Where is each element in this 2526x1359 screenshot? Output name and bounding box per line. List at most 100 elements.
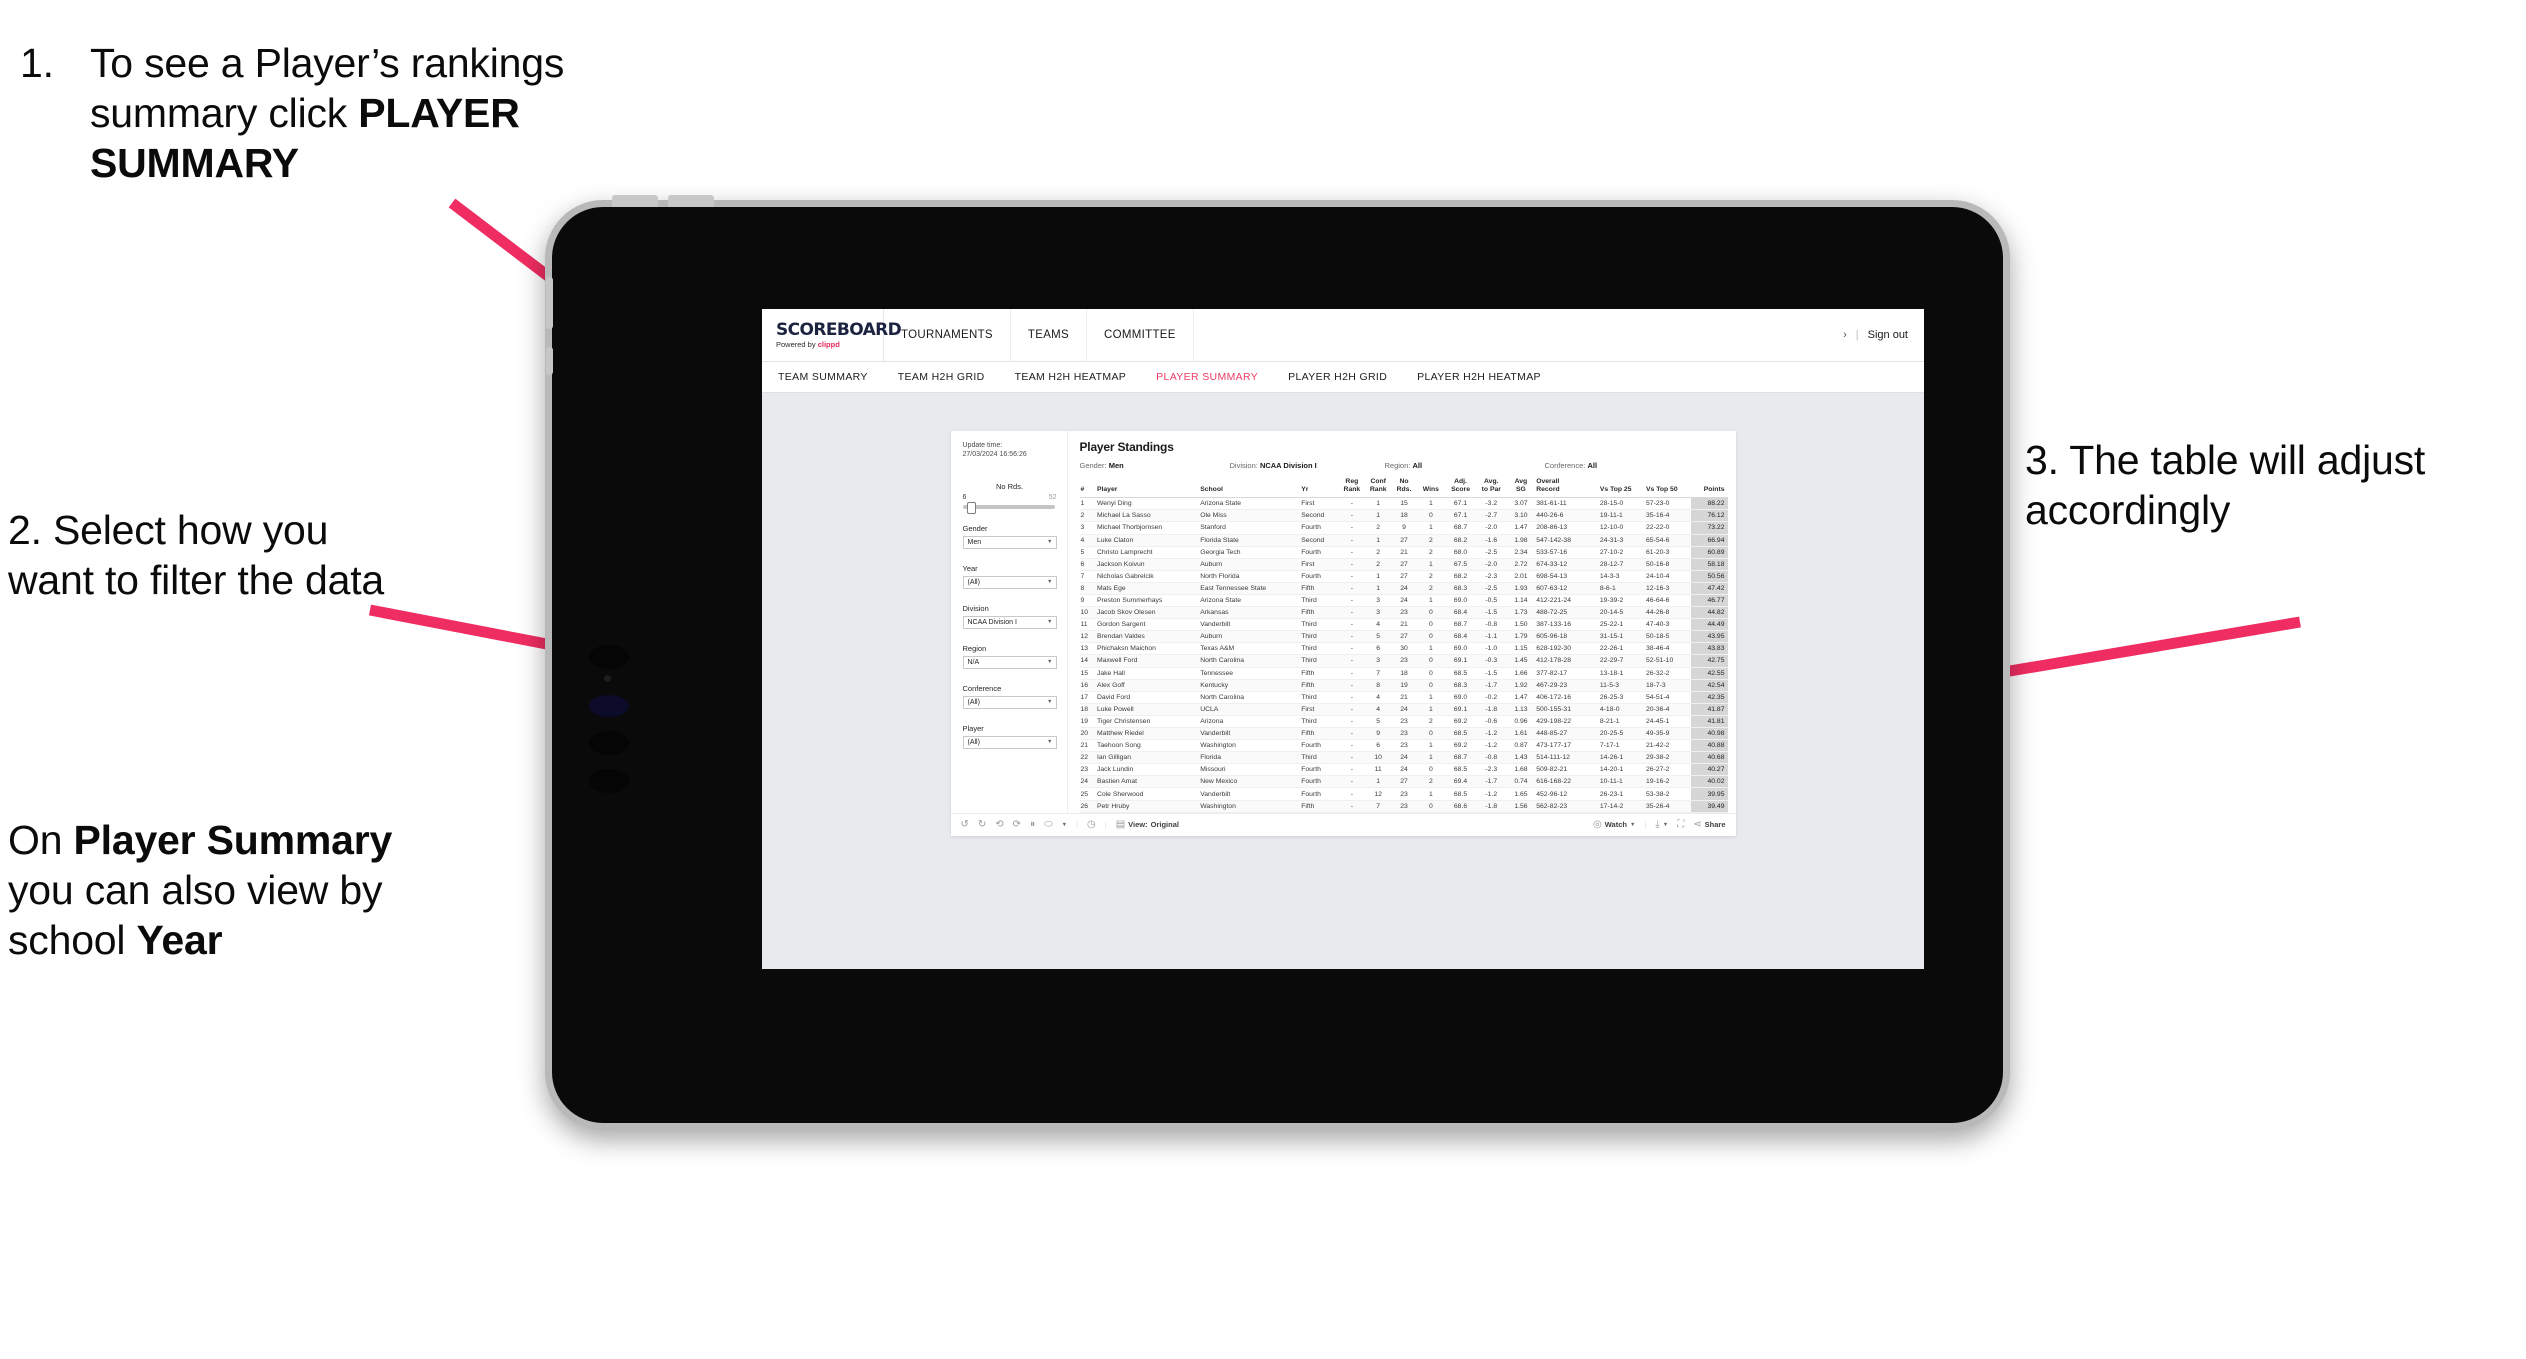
sign-out-link[interactable]: Sign out [1868,329,1908,341]
table-row[interactable]: 5 Christo Lamprecht Georgia Tech Fourth -2 21… [1079,546,1728,559]
table-row[interactable]: 14 Maxwell Ford North Carolina Third -3 23 0 69… [1079,654,1728,668]
cell-rank: 23 [1079,763,1096,777]
cell-pts: 50.56 [1691,570,1728,583]
table-row[interactable]: 6 Jackson Koivun Auburn First -2 27 1 67.5 -2.0 2… [1079,558,1728,571]
conference-select[interactable]: (All) ▼ [962,695,1057,709]
cell-t50: 50-18-5 [1645,630,1692,644]
col-header-par[interactable]: Avg. to Par [1475,478,1507,499]
table-row[interactable]: 2 Michael La Sasso Ole Miss Second -1 18 0 67.1… [1079,509,1728,523]
revert-icon[interactable]: ⟲ [995,819,1003,830]
table-row[interactable]: 13 Phichaksn Maichon Texas A&M Third -6 30 1 69… [1079,642,1728,656]
undo-icon[interactable]: ↺ [961,819,969,830]
gender-select[interactable]: Men ▼ [962,535,1057,549]
col-header-conf[interactable]: Conf Rank [1365,478,1392,499]
cell-pts: 42.75 [1691,654,1728,668]
fullscreen-icon[interactable]: ⛶ [1677,819,1684,830]
table-row[interactable]: 12 Brendan Valdes Auburn Third -5 27 0 68.4 -1.1… [1079,630,1728,644]
table-row[interactable]: 11 Gordon Sargent Vanderbilt Third -4 21 0 68.7… [1079,618,1728,632]
cell-yr: First [1300,558,1339,571]
table-body: 1 Wenyi Ding Arizona State First -1 15 1 67.1 -3… [1079,497,1728,813]
table-row[interactable]: 22 Ian Gilligan Florida Third -10 24 1 68.7 -0.8… [1079,751,1728,765]
cell-rank: 9 [1079,594,1096,608]
table-row[interactable]: 15 Jake Hall Tennessee Fifth -7 18 0 68.5 -1.5 1.… [1079,667,1728,680]
col-header-t25[interactable]: Vs Top 25 [1598,478,1646,499]
cell-conf: 12 [1365,787,1392,801]
refresh-icon[interactable]: ⟳ [1013,819,1021,830]
table-row[interactable]: 16 Alex Goff Kentucky Fifth -8 19 0 68.3 -1.7 1.9… [1079,679,1728,692]
col-header-school[interactable]: School [1199,478,1301,499]
cell-conf: 1 [1365,497,1392,511]
table-row[interactable]: 23 Jack Lundin Missouri Fourth -11 24 0 68.5 -2.… [1079,763,1728,777]
cell-rank: 7 [1079,570,1096,583]
col-header-reg[interactable]: Reg Rank [1338,478,1366,499]
cell-t50: 19-16-2 [1645,775,1692,789]
col-header-player[interactable]: Player [1095,478,1200,499]
tab-player-summary[interactable]: PLAYER SUMMARY [1156,371,1258,383]
table-row[interactable]: 26 Petr Hruby Washington Fifth -7 23 0 68.6 -1.8… [1079,800,1728,813]
division-select[interactable]: NCAA Division I ▼ [962,615,1057,629]
table-row[interactable]: 4 Luke Claton Florida State Second -1 27 2 68.2… [1079,534,1728,547]
no-rds-slider[interactable] [962,501,1055,514]
cell-nords: 24 [1391,751,1417,765]
col-header-t50[interactable]: Vs Top 50 [1645,478,1692,499]
watch-button[interactable]: ◎ Watch ▼ [1593,819,1635,830]
tab-player-h2h-grid[interactable]: PLAYER H2H GRID [1288,371,1387,383]
col-header-yr[interactable]: Yr [1300,478,1339,499]
table-row[interactable]: 3 Michael Thorbjornsen Stanford Fourth -2 9 1 6… [1079,521,1728,535]
chevron-down-icon: ▼ [1047,619,1053,626]
tab-player-h2h-heatmap[interactable]: PLAYER H2H HEATMAP [1417,371,1541,383]
pause-icon[interactable]: ⏸ [1030,819,1035,830]
table-row[interactable]: 17 David Ford North Carolina Third -4 21 1 69.0… [1079,691,1728,704]
table-row[interactable]: 24 Bastien Amat New Mexico Fourth -1 27 2 69.4-… [1079,775,1728,789]
cell-t25: 11-5-3 [1598,679,1646,692]
chevron-down-icon[interactable]: ▼ [1062,822,1067,828]
table-row[interactable]: 20 Matthew Riedel Vanderbilt Fifth -9 23 0 68.5… [1079,727,1728,741]
table-row[interactable]: 9 Preston Summerhays Arizona State Third -3 2… [1079,594,1728,608]
cell-pts: 41.81 [1691,715,1728,729]
table-row[interactable]: 1 Wenyi Ding Arizona State First -1 15 1 67.1 -3… [1079,497,1728,511]
cell-sg: 3.07 [1506,497,1536,511]
table-row[interactable]: 19 Tiger Christensen Arizona Third -5 23 2 69.2… [1079,715,1728,729]
year-select[interactable]: (All) ▼ [962,575,1057,589]
view-selector[interactable]: ▤ View: Original [1116,819,1179,830]
table-row[interactable]: 7 Nicholas Gabrelcik North Florida Fourth -1… [1079,570,1728,583]
nav-teams[interactable]: TEAMS [1011,309,1088,361]
table-row[interactable]: 8 Mats Ege East Tennessee State Fifth -1 24 2 6… [1079,582,1728,595]
tab-team-summary[interactable]: TEAM SUMMARY [778,371,868,383]
annotation-step-2: 2. Select how you want to filter the dat… [8,507,385,604]
cell-sg: 2.72 [1506,558,1536,571]
share-button[interactable]: ⋖ Share [1693,819,1725,830]
nav-committee[interactable]: COMMITTEE [1087,309,1194,361]
app-logo[interactable]: SCOREBOARD Powered by clippd [762,309,902,361]
tab-team-h2h-heatmap[interactable]: TEAM H2H HEATMAP [1015,371,1127,383]
nav-tournaments[interactable]: TOURNAMENTS [884,309,1011,361]
tab-team-h2h-grid[interactable]: TEAM H2H GRID [898,371,985,383]
swap-icon[interactable]: ⬭ [1044,819,1053,830]
cell-adj: 68.2 [1445,534,1476,547]
table-row[interactable]: 21 Taehoon Song Washington Fourth -6 23 1 69.2-… [1079,739,1728,753]
table-row[interactable]: 10 Jacob Skov Olesen Arkansas Fifth -3 23 0 68.… [1079,606,1728,620]
cell-yr: Fifth [1300,606,1339,620]
col-header-nords[interactable]: No Rds. [1391,478,1417,499]
cell-adj: 68.5 [1445,667,1476,680]
col-header-adj[interactable]: Adj. Score [1445,478,1476,499]
player-select[interactable]: (All) ▼ [962,735,1057,749]
region-select[interactable]: N/A ▼ [962,655,1057,669]
cell-school: Kentucky [1199,679,1301,692]
col-header-rec[interactable]: Overall Record [1535,478,1599,499]
col-header-wins[interactable]: Wins [1416,478,1446,499]
user-chevron-icon[interactable]: › [1843,329,1847,341]
redo-icon[interactable]: ↻ [978,819,986,830]
history-icon[interactable]: ◷ [1087,819,1096,830]
col-header-rank[interactable]: # [1079,478,1096,499]
table-row[interactable]: 18 Luke Powell UCLA First -4 24 1 69.1 -1.8 1.13 5… [1079,703,1728,716]
download-button[interactable]: ⤓ ▼ [1655,819,1668,830]
cell-sg: 1.92 [1506,679,1536,692]
col-header-sg[interactable]: Avg SG [1506,478,1536,499]
cell-adj: 68.7 [1445,618,1476,632]
cell-adj: 68.3 [1445,582,1476,595]
table-row[interactable]: 25 Cole Sherwood Vanderbilt Fourth -12 23 1 68.… [1079,787,1728,801]
col-header-pts[interactable]: Points [1691,478,1728,499]
cell-pts: 47.42 [1691,582,1728,595]
no-rds-slider-handle[interactable] [966,501,976,514]
